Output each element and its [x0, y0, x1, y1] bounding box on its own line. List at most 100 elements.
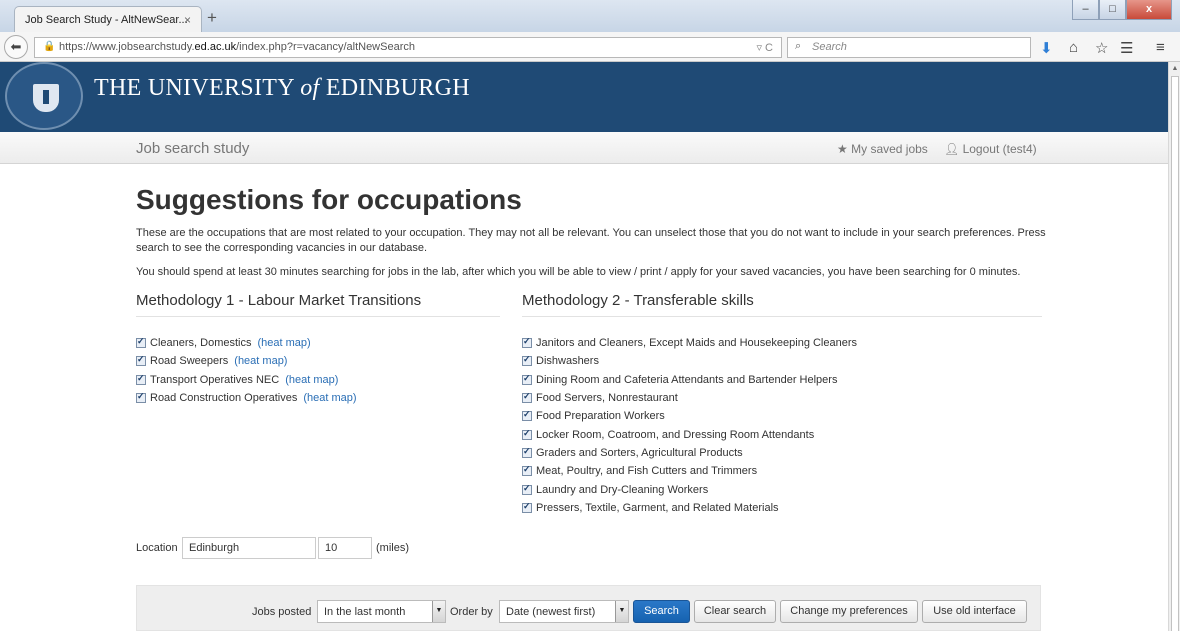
- order-by-select[interactable]: Date (newest first) ▼: [499, 600, 629, 623]
- tab-close-icon[interactable]: ×: [184, 13, 191, 27]
- methodology2-list: Janitors and Cleaners, Except Maids and …: [522, 334, 1042, 517]
- occupation-item: Food Preparation Workers: [522, 407, 1042, 425]
- occupation-checkbox[interactable]: [136, 354, 146, 367]
- occupation-checkbox[interactable]: [136, 336, 146, 349]
- methodology1-column: Methodology 1 - Labour Market Transition…: [136, 292, 500, 407]
- occupation-item: Graders and Sorters, Agricultural Produc…: [522, 444, 1042, 462]
- university-crest-logo: [5, 62, 83, 130]
- occupation-label: Graders and Sorters, Agricultural Produc…: [536, 446, 743, 459]
- occupation-label: Road Construction Operatives: [150, 392, 298, 405]
- occupation-label: Dining Room and Cafeteria Attendants and…: [536, 373, 838, 386]
- occupation-checkbox[interactable]: [522, 409, 532, 422]
- close-window-button[interactable]: x: [1126, 0, 1172, 20]
- heat-map-link[interactable]: (heat map): [285, 374, 338, 386]
- window-titlebar: Job Search Study - AltNewSear... × + – □…: [0, 0, 1180, 33]
- occupation-checkbox[interactable]: [522, 483, 532, 495]
- occupation-item: Cleaners, Domestics (heat map): [136, 334, 500, 352]
- lock-icon: 🔒: [43, 41, 56, 52]
- new-tab-button[interactable]: +: [207, 8, 217, 28]
- browser-search-input[interactable]: ⌕ Search: [787, 37, 1031, 58]
- jobs-posted-select[interactable]: In the last month ▼: [317, 600, 446, 623]
- browser-toolbar: ⬅ 🔒 https://www.jobsearchstudy.ed.ac.uk/…: [0, 32, 1180, 62]
- occupation-label: Road Sweepers: [150, 355, 229, 368]
- jobs-posted-label: Jobs posted: [252, 606, 312, 618]
- methodology2-title: Methodology 2 - Transferable skills: [522, 292, 1042, 317]
- university-header: THE UNIVERSITY of EDINBURGH: [0, 62, 1168, 132]
- occupation-label: Janitors and Cleaners, Except Maids and …: [536, 337, 858, 350]
- url-domain: ed.ac.uk: [194, 41, 237, 53]
- radius-input[interactable]: [318, 537, 372, 559]
- search-icon: ⌕: [795, 40, 802, 52]
- occupation-label: Dishwashers: [536, 355, 599, 368]
- back-button[interactable]: ⬅: [4, 35, 28, 59]
- occupation-checkbox[interactable]: [522, 501, 532, 513]
- occupation-label: Laundry and Dry-Cleaning Workers: [536, 483, 709, 496]
- heat-map-link[interactable]: (heat map): [234, 355, 287, 367]
- window-controls: – □ x: [1072, 0, 1172, 20]
- occupation-label: Pressers, Textile, Garment, and Related …: [536, 501, 779, 514]
- occupation-checkbox[interactable]: [522, 354, 532, 367]
- clear-search-button[interactable]: Clear search: [694, 600, 776, 623]
- site-brand-link[interactable]: Job search study: [136, 140, 249, 157]
- back-arrow-icon: ⬅: [10, 39, 22, 54]
- miles-unit-label: (miles): [376, 542, 409, 554]
- scroll-up-icon[interactable]: ▲: [1170, 63, 1180, 75]
- old-interface-button[interactable]: Use old interface: [922, 600, 1027, 623]
- occupation-item: Pressers, Textile, Garment, and Related …: [522, 499, 1042, 517]
- occupation-label: Transport Operatives NEC: [150, 373, 280, 386]
- menu-icon[interactable]: ≡: [1156, 39, 1165, 56]
- occupation-item: Road Sweepers (heat map): [136, 352, 500, 370]
- change-preferences-button[interactable]: Change my preferences: [780, 600, 918, 623]
- logout-link[interactable]: 👤︎ Logout (test4): [944, 142, 1037, 156]
- order-by-label: Order by: [450, 606, 493, 618]
- occupation-checkbox[interactable]: [522, 391, 532, 404]
- site-navbar: Job search study ★ My saved jobs 👤︎ Logo…: [0, 132, 1168, 164]
- bookmark-star-icon[interactable]: ☆: [1095, 39, 1108, 57]
- home-icon[interactable]: ⌂: [1069, 39, 1078, 56]
- occupation-item: Dining Room and Cafeteria Attendants and…: [522, 371, 1042, 389]
- methodology2-column: Methodology 2 - Transferable skills Jani…: [522, 292, 1042, 517]
- occupation-item: Locker Room, Coatroom, and Dressing Room…: [522, 425, 1042, 443]
- saved-jobs-link[interactable]: ★ My saved jobs: [837, 142, 928, 156]
- occupation-item: Laundry and Dry-Cleaning Workers: [522, 480, 1042, 498]
- occupation-item: Transport Operatives NEC (heat map): [136, 371, 500, 389]
- page-scrollbar[interactable]: ▲: [1168, 62, 1180, 631]
- maximize-button[interactable]: □: [1099, 0, 1126, 20]
- occupation-checkbox[interactable]: [136, 391, 146, 404]
- occupation-item: Janitors and Cleaners, Except Maids and …: [522, 334, 1042, 352]
- occupation-checkbox[interactable]: [522, 428, 532, 440]
- url-bar[interactable]: 🔒 https://www.jobsearchstudy.ed.ac.uk/in…: [34, 37, 782, 58]
- occupation-item: Meat, Poultry, and Fish Cutters and Trim…: [522, 462, 1042, 480]
- tab-job-search-study[interactable]: Job Search Study - AltNewSear... ×: [14, 6, 202, 33]
- user-icon: 👤︎: [944, 142, 960, 156]
- minimize-button[interactable]: –: [1072, 0, 1099, 20]
- download-icon[interactable]: ⬇: [1040, 39, 1053, 57]
- occupation-label: Locker Room, Coatroom, and Dressing Room…: [536, 428, 815, 441]
- heat-map-link[interactable]: (heat map): [257, 337, 310, 349]
- methodology1-title: Methodology 1 - Labour Market Transition…: [136, 292, 500, 317]
- heat-map-link[interactable]: (heat map): [303, 392, 356, 404]
- scroll-thumb[interactable]: [1171, 76, 1179, 631]
- occupation-label: Food Servers, Nonrestaurant: [536, 392, 678, 405]
- occupation-label: Food Preparation Workers: [536, 410, 665, 423]
- occupation-checkbox[interactable]: [522, 373, 532, 385]
- occupation-checkbox[interactable]: [522, 464, 532, 477]
- location-input[interactable]: [182, 537, 316, 559]
- dropdown-arrow-icon: ▼: [432, 601, 445, 622]
- url-prefix: https://www.jobsearchstudy.: [59, 41, 195, 53]
- occupation-label: Meat, Poultry, and Fish Cutters and Trim…: [536, 465, 758, 478]
- reload-icon[interactable]: ▿ C: [756, 41, 773, 54]
- occupation-item: Dishwashers: [522, 352, 1042, 370]
- location-label: Location: [136, 542, 178, 554]
- star-icon: ★: [837, 142, 848, 156]
- occupation-label: Cleaners, Domestics: [150, 337, 252, 350]
- occupation-checkbox[interactable]: [136, 373, 146, 385]
- occupation-checkbox[interactable]: [522, 336, 532, 349]
- time-notice: You should spend at least 30 minutes sea…: [136, 266, 1021, 278]
- search-placeholder: Search: [812, 41, 847, 53]
- reading-list-icon[interactable]: ☰: [1120, 39, 1133, 57]
- search-button[interactable]: Search: [633, 600, 690, 623]
- search-filter-bar: Jobs posted In the last month ▼ Order by …: [136, 585, 1041, 631]
- intro-text: These are the occupations that are most …: [136, 227, 1046, 254]
- occupation-checkbox[interactable]: [522, 446, 532, 458]
